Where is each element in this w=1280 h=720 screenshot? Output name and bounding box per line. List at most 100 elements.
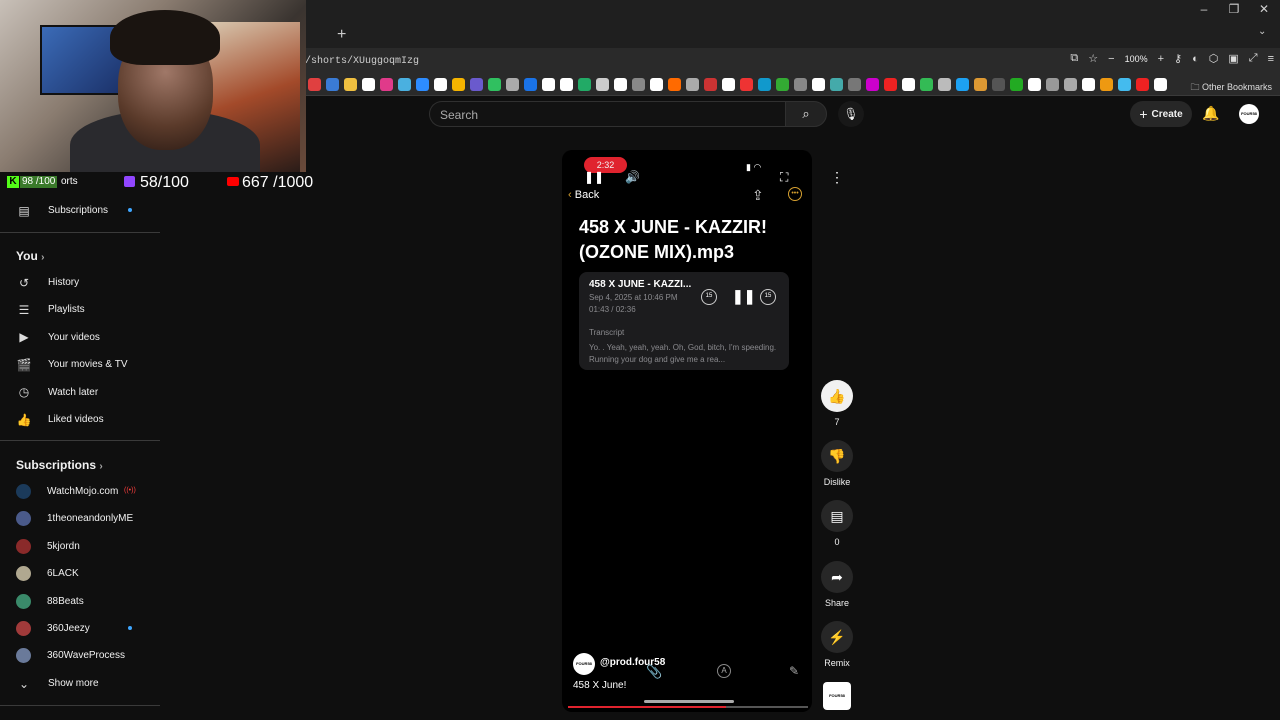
recording-pause-icon[interactable]: ❚❚ — [732, 288, 755, 305]
bookmark-favicon-icon[interactable] — [956, 78, 969, 91]
bookmark-favicon-icon[interactable] — [974, 78, 987, 91]
bookmark-favicon-icon[interactable] — [920, 78, 933, 91]
bookmark-favicon-icon[interactable] — [614, 78, 627, 91]
account-avatar[interactable]: FOUR58 — [1239, 104, 1259, 124]
close-window-button[interactable]: ✕ — [1253, 2, 1275, 16]
bookmark-favicon-icon[interactable] — [884, 78, 897, 91]
sidebar-item-your-movies-tv[interactable]: 🎬 Your movies & TV — [0, 351, 160, 378]
zoom-in-icon[interactable]: + — [1158, 53, 1164, 65]
comments-button[interactable]: ▤ — [821, 500, 853, 532]
bookmark-favicon-icon[interactable] — [722, 78, 735, 91]
bookmark-favicon-icon[interactable] — [578, 78, 591, 91]
voice-search-button[interactable]: 🎙 — [838, 101, 864, 127]
bookmark-favicon-icon[interactable] — [596, 78, 609, 91]
bookmark-favicon-icon[interactable] — [902, 78, 915, 91]
bookmark-favicon-icon[interactable] — [1064, 78, 1077, 91]
bookmark-favicon-icon[interactable] — [560, 78, 573, 91]
bookmark-favicon-icon[interactable] — [776, 78, 789, 91]
share-sheet-icon[interactable]: ⇪ — [752, 187, 764, 204]
bookmark-star-icon[interactable]: ☆ — [1088, 52, 1098, 65]
bookmark-favicon-icon[interactable] — [398, 78, 411, 91]
bookmark-favicon-icon[interactable] — [542, 78, 555, 91]
extension-icon[interactable]: ◐ — [1192, 53, 1199, 65]
bookmark-favicon-icon[interactable] — [506, 78, 519, 91]
show-more-button[interactable]: ⌄ Show more — [0, 670, 160, 697]
bookmark-favicon-icon[interactable] — [1100, 78, 1113, 91]
bookmark-favicon-icon[interactable] — [488, 78, 501, 91]
bookmark-favicon-icon[interactable] — [380, 78, 393, 91]
sidebar-item-playlists[interactable]: ☰ Playlists — [0, 296, 160, 323]
sidebar-item-watch-later[interactable]: ◷ Watch later — [0, 379, 160, 406]
bookmark-favicon-icon[interactable] — [452, 78, 465, 91]
bookmark-favicon-icon[interactable] — [686, 78, 699, 91]
bookmark-favicon-icon[interactable] — [1010, 78, 1023, 91]
sidebar-item-liked-videos[interactable]: 👍 Liked videos — [0, 406, 160, 433]
bookmark-favicon-icon[interactable] — [470, 78, 483, 91]
bookmark-favicon-icon[interactable] — [1118, 78, 1131, 91]
skip-back-icon[interactable]: 15 — [701, 289, 717, 305]
bookmark-favicon-icon[interactable] — [668, 78, 681, 91]
bookmark-favicon-icon[interactable] — [794, 78, 807, 91]
sidebar-item-history[interactable]: ↺ History — [0, 269, 160, 296]
sidebar-subscriptions-heading[interactable]: Subscriptions › — [16, 458, 103, 472]
sidebar-channel-360jeezy[interactable]: 360Jeezy — [0, 615, 160, 642]
volume-icon[interactable]: 🔊 — [625, 170, 640, 184]
bookmark-favicon-icon[interactable] — [650, 78, 663, 91]
restore-button[interactable]: ❐ — [1223, 2, 1245, 16]
sidebar-channel-360waveprocess[interactable]: 360WaveProcess — [0, 642, 160, 669]
bookmark-favicon-icon[interactable] — [812, 78, 825, 91]
sound-thumbnail[interactable]: FOUR58 — [823, 682, 851, 710]
bookmark-favicon-icon[interactable] — [524, 78, 537, 91]
zoom-out-icon[interactable]: − — [1108, 53, 1114, 65]
sidebar-channel-watchmojo-com[interactable]: WatchMojo.com ((•)) — [0, 478, 160, 505]
key-icon[interactable]: ⚷ — [1174, 52, 1182, 65]
bookmark-favicon-icon[interactable] — [848, 78, 861, 91]
bookmark-favicon-icon[interactable] — [1136, 78, 1149, 91]
bookmark-favicon-icon[interactable] — [830, 78, 843, 91]
bookmark-favicon-icon[interactable] — [1028, 78, 1041, 91]
notifications-bell-icon[interactable]: 🔔 — [1202, 105, 1219, 122]
sidebar-you-heading[interactable]: You › — [16, 249, 44, 263]
profile-icon[interactable]: ▣ — [1228, 52, 1238, 65]
translate-icon[interactable]: ⧉ — [1070, 52, 1078, 65]
bookmark-favicon-icon[interactable] — [416, 78, 429, 91]
sidebar-item-subscriptions[interactable]: ▤ Subscriptions — [0, 197, 160, 224]
bookmark-favicon-icon[interactable] — [992, 78, 1005, 91]
bookmark-favicon-icon[interactable] — [1082, 78, 1095, 91]
bookmark-favicon-icon[interactable] — [362, 78, 375, 91]
bookmark-favicon-icon[interactable] — [704, 78, 717, 91]
puzzle-icon[interactable]: ⬡ — [1209, 52, 1219, 65]
bookmark-favicon-icon[interactable] — [308, 78, 321, 91]
sidebar-channel-88beats[interactable]: 88Beats — [0, 588, 160, 615]
bookmark-favicon-icon[interactable] — [758, 78, 771, 91]
bookmark-favicon-icon[interactable] — [866, 78, 879, 91]
create-button[interactable]: + Create — [1130, 101, 1192, 127]
menu-icon[interactable]: ≡ — [1268, 53, 1274, 65]
url-text[interactable]: /shorts/XUuggoqmIzg — [305, 56, 419, 67]
channel-avatar[interactable]: FOUR58 — [573, 653, 595, 675]
bookmark-favicon-icon[interactable] — [1154, 78, 1167, 91]
pause-icon[interactable]: ❚❚ — [584, 170, 604, 184]
bookmark-favicon-icon[interactable] — [344, 78, 357, 91]
expand-icon[interactable]: ⤢ — [1249, 52, 1258, 65]
remix-button[interactable]: ⚡ — [821, 621, 853, 653]
like-button[interactable]: 👍 — [821, 380, 853, 412]
sidebar-channel-6lack[interactable]: 6LACK — [0, 560, 160, 587]
sidebar-item-your-videos[interactable]: ▶ Your videos — [0, 324, 160, 351]
bookmark-favicon-icon[interactable] — [740, 78, 753, 91]
back-button[interactable]: ‹ Back — [568, 189, 599, 201]
share-button[interactable]: ➦ — [821, 561, 853, 593]
bookmark-favicon-icon[interactable] — [326, 78, 339, 91]
bookmark-favicon-icon[interactable] — [1046, 78, 1059, 91]
more-actions-icon[interactable]: ⋮ — [826, 166, 848, 188]
fullscreen-icon[interactable]: ⛶ — [780, 170, 788, 185]
new-tab-button[interactable]: + — [337, 26, 346, 44]
tab-search-chevron-icon[interactable]: ⌄ — [1258, 26, 1266, 37]
other-bookmarks-folder[interactable]: 🗀 Other Bookmarks — [1190, 80, 1272, 96]
bookmark-favicon-icon[interactable] — [938, 78, 951, 91]
dislike-button[interactable]: 👎 — [821, 440, 853, 472]
search-button[interactable]: ⌕ — [785, 101, 827, 127]
sidebar-channel-5kjordn[interactable]: 5kjordn — [0, 533, 160, 560]
sidebar-channel-1theoneandonlyme[interactable]: 1theoneandonlyME — [0, 505, 160, 532]
bookmark-favicon-icon[interactable] — [632, 78, 645, 91]
